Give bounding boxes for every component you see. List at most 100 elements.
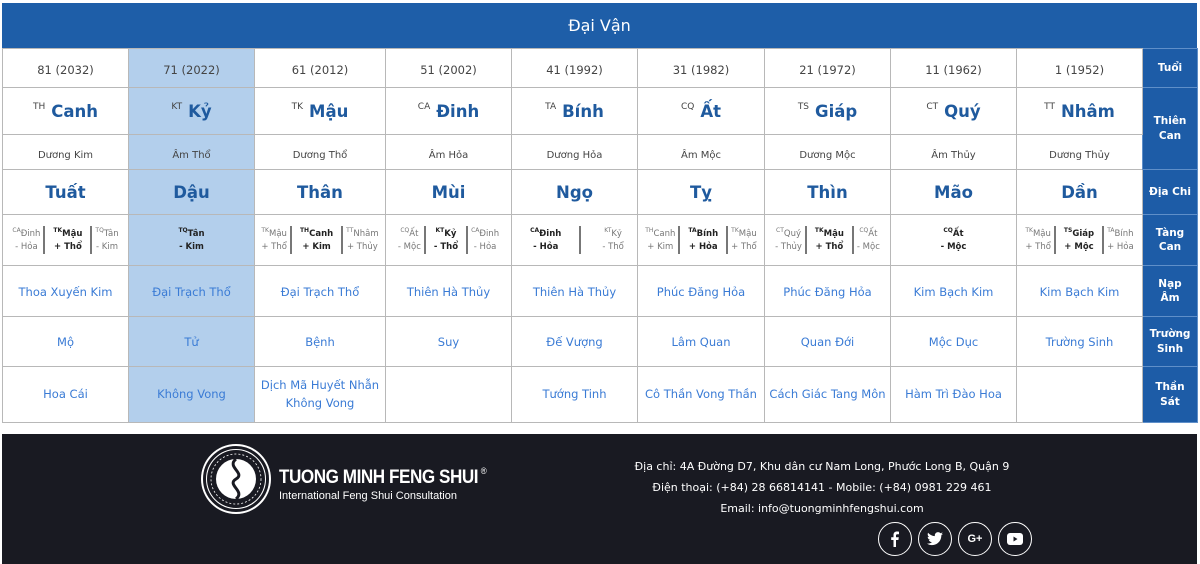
tang-can-element: + Kim (302, 242, 331, 252)
truong-sinh-value: Bệnh (305, 335, 335, 350)
thien-can-cell[interactable]: TS Giáp (764, 87, 891, 135)
age-value: 21 (1972) (799, 62, 856, 77)
truong-sinh-cell[interactable]: Mộ (2, 316, 129, 367)
element-cell[interactable]: Dương Kim (2, 134, 129, 170)
dia-chi-cell[interactable]: Ngọ (511, 169, 638, 215)
nap-am-cell[interactable]: Thiên Hà Thủy (511, 265, 638, 317)
thien-can-cell[interactable]: CQ Ất (637, 87, 765, 135)
thien-can-cell[interactable]: CA Đinh (385, 87, 512, 135)
nap-am-cell[interactable]: Đại Trạch Thổ (128, 265, 255, 317)
age-cell[interactable]: 11 (1962) (890, 48, 1017, 88)
age-value: 61 (2012) (291, 62, 349, 77)
tang-can-item: TSGiáp + Mộc (1053, 226, 1105, 254)
age-cell[interactable]: 71 (2022) (128, 48, 255, 88)
truong-sinh-cell[interactable]: Quan Đới (764, 316, 891, 367)
truong-sinh-cell[interactable]: Tử (128, 316, 255, 367)
contact-email[interactable]: Email: info@tuongminhfengshui.com (602, 498, 1042, 519)
nap-am-cell[interactable]: Thoa Xuyến Kim (2, 265, 129, 317)
nap-am-cell[interactable]: Kim Bạch Kim (1016, 265, 1143, 317)
tang-can-stem: CAĐinh (530, 226, 561, 241)
tang-can-cell[interactable]: CTQuý - Thủy TKMậu + Thổ CQẤt - Mộc (764, 214, 891, 266)
tang-can-cell[interactable]: TQTân - Kim (128, 214, 255, 266)
dia-chi-cell[interactable]: Mùi (385, 169, 512, 215)
than-sat-cell[interactable] (385, 366, 512, 423)
dia-chi-cell[interactable]: Thân (254, 169, 386, 215)
thien-can-cell[interactable]: KT Kỷ (128, 87, 255, 135)
tang-can-item: TKMậu + Thổ (258, 226, 290, 254)
element-cell[interactable]: Âm Mộc (637, 134, 765, 170)
nap-am-cell[interactable]: Phúc Đăng Hỏa (764, 265, 891, 317)
age-cell[interactable]: 31 (1982) (637, 48, 765, 88)
tang-can-cell[interactable]: CQẤt - Mộc (890, 214, 1017, 266)
age-cell[interactable]: 21 (1972) (764, 48, 891, 88)
age-cell[interactable]: 41 (1992) (511, 48, 638, 88)
truong-sinh-cell[interactable]: Mộc Dục (890, 316, 1017, 367)
label-tang-can-text: Tàng (1155, 226, 1185, 239)
nap-am-cell[interactable]: Đại Trạch Thổ (254, 265, 386, 317)
tang-can-cell[interactable]: CAĐinh - Hỏa KTKỷ - Thổ (511, 214, 638, 266)
thien-can-cell[interactable]: TT Nhâm (1016, 87, 1143, 135)
age-cell[interactable]: 51 (2002) (385, 48, 512, 88)
than-sat-cell[interactable] (1016, 366, 1143, 423)
tang-can-cell[interactable]: CQẤt - Mộc KTKỷ - Thổ CAĐinh - Hỏa (385, 214, 512, 266)
age-cell[interactable]: 81 (2032) (2, 48, 129, 88)
tang-can-cell[interactable]: TKMậu + Thổ THCanh + Kim TTNhâm + Thủy (254, 214, 386, 266)
nap-am-cell[interactable]: Phúc Đăng Hỏa (637, 265, 765, 317)
thien-can-cell[interactable]: TK Mậu (254, 87, 386, 135)
than-sat-cell[interactable]: Hoa Cái (2, 366, 129, 423)
element-cell[interactable]: Âm Thủy (890, 134, 1017, 170)
tang-can-cell[interactable]: TKMậu + Thổ TSGiáp + Mộc TABính + Hỏa (1016, 214, 1143, 266)
dia-chi-cell[interactable]: Dậu (128, 169, 255, 215)
element-cell[interactable]: Dương Mộc (764, 134, 891, 170)
thien-can-cell[interactable]: CT Quý (890, 87, 1017, 135)
element-cell[interactable]: Dương Hỏa (511, 134, 638, 170)
thien-can-cell[interactable]: TA Bính (511, 87, 638, 135)
truong-sinh-cell[interactable]: Bệnh (254, 316, 386, 367)
facebook-icon[interactable] (878, 522, 912, 556)
twitter-icon[interactable] (918, 522, 952, 556)
dia-chi-cell[interactable]: Dần (1016, 169, 1143, 215)
label-than-sat-text: Sát (1160, 395, 1180, 408)
dia-chi-cell[interactable]: Thìn (764, 169, 891, 215)
than-sat-cell[interactable]: Cách Giác Tang Môn (764, 366, 891, 423)
nap-am-cell[interactable]: Kim Bạch Kim (890, 265, 1017, 317)
tang-can-cell[interactable]: CAĐinh - Hỏa TKMậu + Thổ TQTân - Kim (2, 214, 129, 266)
dia-chi-cell[interactable]: Tuất (2, 169, 129, 215)
nap-am-cell[interactable]: Thiên Hà Thủy (385, 265, 512, 317)
tang-can-stem: KTKỷ (602, 226, 624, 241)
thien-can-name: Kỷ (188, 101, 212, 121)
element-value: Dương Mộc (799, 149, 856, 161)
age-cell[interactable]: 61 (2012) (254, 48, 386, 88)
than-sat-cell[interactable]: Không Vong (128, 366, 255, 423)
truong-sinh-cell[interactable]: Lâm Quan (637, 316, 765, 367)
brand-logo[interactable] (203, 446, 269, 512)
youtube-icon[interactable] (998, 522, 1032, 556)
element-cell[interactable]: Âm Thổ (128, 134, 255, 170)
element-cell[interactable]: Dương Thổ (254, 134, 386, 170)
age-value: 11 (1962) (925, 62, 982, 77)
than-sat-cell[interactable]: Dịch Mã Huyết Nhẫn Không Vong (254, 366, 386, 423)
tang-can-cell[interactable]: THCanh + Kim TABính + Hỏa TKMậu + Thổ (637, 214, 765, 266)
tang-can-element: + Thổ (815, 242, 844, 252)
truong-sinh-cell[interactable]: Đế Vượng (511, 316, 638, 367)
than-sat-cell[interactable]: Cô Thần Vong Thần (637, 366, 765, 423)
tang-can-element: + Thổ (731, 242, 757, 252)
truong-sinh-cell[interactable]: Suy (385, 316, 512, 367)
than-sat-cell[interactable]: Tướng Tinh (511, 366, 638, 423)
dia-chi-name: Thìn (807, 182, 848, 202)
element-cell[interactable]: Dương Thủy (1016, 134, 1143, 170)
google-plus-icon[interactable]: G+ (958, 522, 992, 556)
than-sat-value: Tướng Tinh (542, 386, 607, 401)
than-sat-cell[interactable]: Hàm Trì Đào Hoa (890, 366, 1017, 423)
truong-sinh-cell[interactable]: Trường Sinh (1016, 316, 1143, 367)
tang-can-name: Giáp (1072, 229, 1095, 240)
dia-chi-cell[interactable]: Tỵ (637, 169, 765, 215)
dia-chi-cell[interactable]: Mão (890, 169, 1017, 215)
thien-can-name: Mậu (309, 101, 349, 121)
age-cell[interactable]: 1 (1952) (1016, 48, 1143, 88)
dia-chi-name: Dần (1061, 182, 1098, 202)
tang-can-item: KTKỷ - Thổ (423, 226, 469, 254)
thien-can-cell[interactable]: TH Canh (2, 87, 129, 135)
element-cell[interactable]: Âm Hỏa (385, 134, 512, 170)
truong-sinh-value: Tử (184, 335, 199, 350)
